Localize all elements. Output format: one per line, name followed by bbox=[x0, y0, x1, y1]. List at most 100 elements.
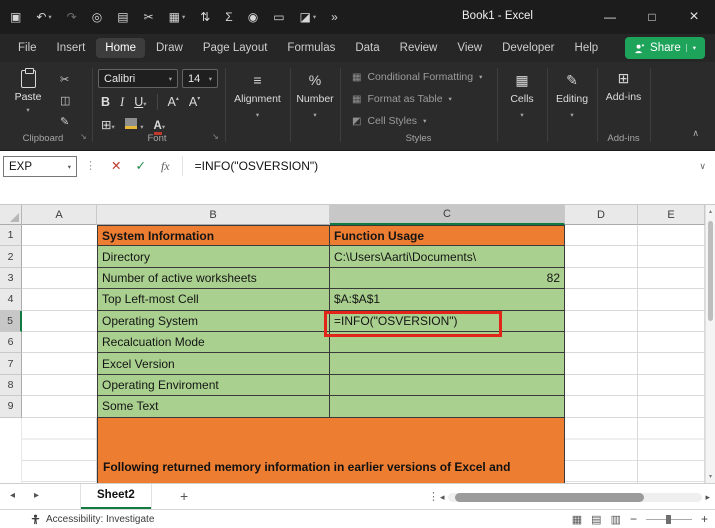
hscroll-thumb[interactable] bbox=[455, 493, 644, 502]
cell-B3[interactable]: Number of active worksheets bbox=[97, 268, 330, 289]
cell-D6[interactable] bbox=[565, 332, 638, 353]
font-name-dropdown-icon[interactable]: ▾ bbox=[169, 75, 172, 83]
cell-D4[interactable] bbox=[565, 289, 638, 310]
vscroll-thumb[interactable] bbox=[708, 221, 713, 321]
cell-C3[interactable]: 82 bbox=[330, 268, 565, 289]
borders-button[interactable]: ⊞▾ bbox=[101, 117, 115, 132]
cell-E2[interactable] bbox=[638, 246, 705, 267]
sheet-nav-left-icon[interactable]: ◂ bbox=[10, 490, 15, 501]
cell-A8[interactable] bbox=[22, 375, 97, 396]
cell-B9[interactable]: Some Text bbox=[97, 396, 330, 417]
tabbar-more-icon[interactable]: ⋮ bbox=[428, 490, 439, 503]
menu-tab-draw[interactable]: Draw bbox=[147, 38, 192, 58]
touch-mode-icon[interactable]: ◎ bbox=[92, 10, 102, 24]
menu-tab-file[interactable]: File bbox=[9, 38, 46, 58]
cell-styles-button[interactable]: ◩ Cell Styles ▾ bbox=[352, 115, 426, 127]
row-header-7[interactable]: 7 bbox=[0, 353, 22, 374]
hscroll-track[interactable] bbox=[448, 493, 703, 502]
row-header-2[interactable]: 2 bbox=[0, 246, 22, 267]
menu-tab-help[interactable]: Help bbox=[566, 38, 608, 58]
menu-tab-view[interactable]: View bbox=[448, 38, 491, 58]
cell-B7[interactable]: Excel Version bbox=[97, 353, 330, 374]
normal-view-button[interactable]: ▦ bbox=[572, 513, 582, 526]
cell-A4[interactable] bbox=[22, 289, 97, 310]
formula-bar-expand-icon[interactable]: ∨ bbox=[699, 156, 706, 177]
zoom-slider-thumb[interactable] bbox=[666, 515, 671, 524]
cell-C8[interactable] bbox=[330, 375, 565, 396]
vertical-scrollbar[interactable]: ▴ ▾ bbox=[705, 205, 715, 483]
cell-B4[interactable]: Top Left-most Cell bbox=[97, 289, 330, 310]
menu-tab-insert[interactable]: Insert bbox=[48, 38, 95, 58]
clipboard-dialog-launcher-icon[interactable]: ↘ bbox=[80, 132, 87, 141]
cell-E9[interactable] bbox=[638, 396, 705, 417]
font-color-button[interactable]: A▾ bbox=[154, 118, 166, 132]
confirm-entry-button[interactable]: ✓ bbox=[135, 156, 145, 177]
select-all-corner[interactable] bbox=[0, 205, 22, 225]
cell-C9[interactable] bbox=[330, 396, 565, 417]
menu-tab-data[interactable]: Data bbox=[346, 38, 388, 58]
paste-qat-icon[interactable]: ▤ bbox=[117, 10, 128, 24]
chart-qat-icon[interactable]: ◪▾ bbox=[300, 10, 317, 24]
addins-button[interactable]: ⊞ Add-ins bbox=[597, 62, 650, 103]
row-header-5[interactable]: 5 bbox=[0, 311, 22, 332]
cell-A7[interactable] bbox=[22, 353, 97, 374]
cell-A2[interactable] bbox=[22, 246, 97, 267]
sort-qat-icon[interactable]: ⇅ bbox=[200, 10, 210, 24]
cell-D1[interactable] bbox=[565, 225, 638, 246]
paste-button[interactable]: Paste ▾ bbox=[8, 70, 48, 114]
cut-button[interactable]: ✂ bbox=[60, 73, 70, 86]
menu-tab-formulas[interactable]: Formulas bbox=[278, 38, 344, 58]
cell-A6[interactable] bbox=[22, 332, 97, 353]
fill-color-button[interactable]: ▾ bbox=[125, 118, 144, 132]
cell-D7[interactable] bbox=[565, 353, 638, 374]
horizontal-scrollbar[interactable]: ◂ ▸ bbox=[440, 488, 710, 506]
cell-E5[interactable] bbox=[638, 311, 705, 332]
cell-C4[interactable]: $A:$A$1 bbox=[330, 289, 565, 310]
cell-B2[interactable]: Directory bbox=[97, 246, 330, 267]
format-painter-button[interactable]: ✎ bbox=[60, 115, 70, 128]
cell-C7[interactable] bbox=[330, 353, 565, 374]
cell-B6[interactable]: Recalcuation Mode bbox=[97, 332, 330, 353]
col-header-D[interactable]: D bbox=[565, 205, 638, 225]
alignment-group-button[interactable]: ≡ Alignment ▾ bbox=[225, 62, 290, 150]
redo-icon[interactable]: ↷ bbox=[67, 10, 77, 24]
print-qat-icon[interactable]: ▭ bbox=[273, 10, 284, 24]
formula-bar-splitter-icon[interactable]: ⋮ bbox=[85, 156, 96, 177]
row-header-6[interactable]: 6 bbox=[0, 332, 22, 353]
col-header-C[interactable]: C bbox=[330, 205, 565, 225]
row-header-8[interactable]: 8 bbox=[0, 375, 22, 396]
menu-tab-review[interactable]: Review bbox=[391, 38, 447, 58]
vscroll-up-icon[interactable]: ▴ bbox=[706, 208, 715, 215]
autosum-qat-icon[interactable]: Σ bbox=[225, 10, 232, 24]
conditional-formatting-button[interactable]: ▦ Conditional Formatting ▾ bbox=[352, 71, 482, 83]
insert-function-button[interactable]: fx bbox=[161, 156, 170, 177]
cell-E7[interactable] bbox=[638, 353, 705, 374]
font-dialog-launcher-icon[interactable]: ↘ bbox=[212, 132, 219, 141]
undo-dropdown-icon[interactable]: ▾ bbox=[48, 13, 51, 21]
row-header-4[interactable]: 4 bbox=[0, 289, 22, 310]
cut-qat-icon[interactable]: ✂ bbox=[144, 10, 154, 24]
vscroll-down-icon[interactable]: ▾ bbox=[706, 473, 715, 480]
chart-dropdown-icon[interactable]: ▾ bbox=[313, 13, 316, 21]
col-header-E[interactable]: E bbox=[638, 205, 705, 225]
sheet-nav-right-icon[interactable]: ▸ bbox=[34, 490, 39, 501]
save-icon[interactable]: ▣ bbox=[10, 10, 21, 24]
maximize-button[interactable]: □ bbox=[631, 0, 673, 34]
increase-font-button[interactable]: A▴ bbox=[168, 95, 179, 109]
borders-dropdown-icon[interactable]: ▾ bbox=[111, 124, 114, 131]
sheet-tab-sheet2[interactable]: Sheet2 bbox=[80, 484, 152, 509]
cell-A3[interactable] bbox=[22, 268, 97, 289]
cell-D3[interactable] bbox=[565, 268, 638, 289]
decrease-font-button[interactable]: A▾ bbox=[189, 95, 200, 109]
format-as-table-button[interactable]: ▦ Format as Table ▾ bbox=[352, 93, 452, 105]
editing-group-button[interactable]: ✎ Editing ▾ bbox=[547, 62, 597, 150]
font-name-combo[interactable]: Calibri ▾ bbox=[98, 69, 178, 88]
cell-E4[interactable] bbox=[638, 289, 705, 310]
font-color-dropdown-icon[interactable]: ▾ bbox=[162, 124, 165, 131]
accessibility-status[interactable]: Accessibility: Investigate bbox=[30, 514, 154, 525]
underline-dropdown-icon[interactable]: ▾ bbox=[143, 101, 146, 108]
copy-button[interactable]: ◫ bbox=[60, 94, 70, 107]
col-header-A[interactable]: A bbox=[22, 205, 97, 225]
zoom-slider[interactable] bbox=[646, 514, 692, 525]
cell-B1[interactable]: System Information bbox=[97, 225, 330, 246]
